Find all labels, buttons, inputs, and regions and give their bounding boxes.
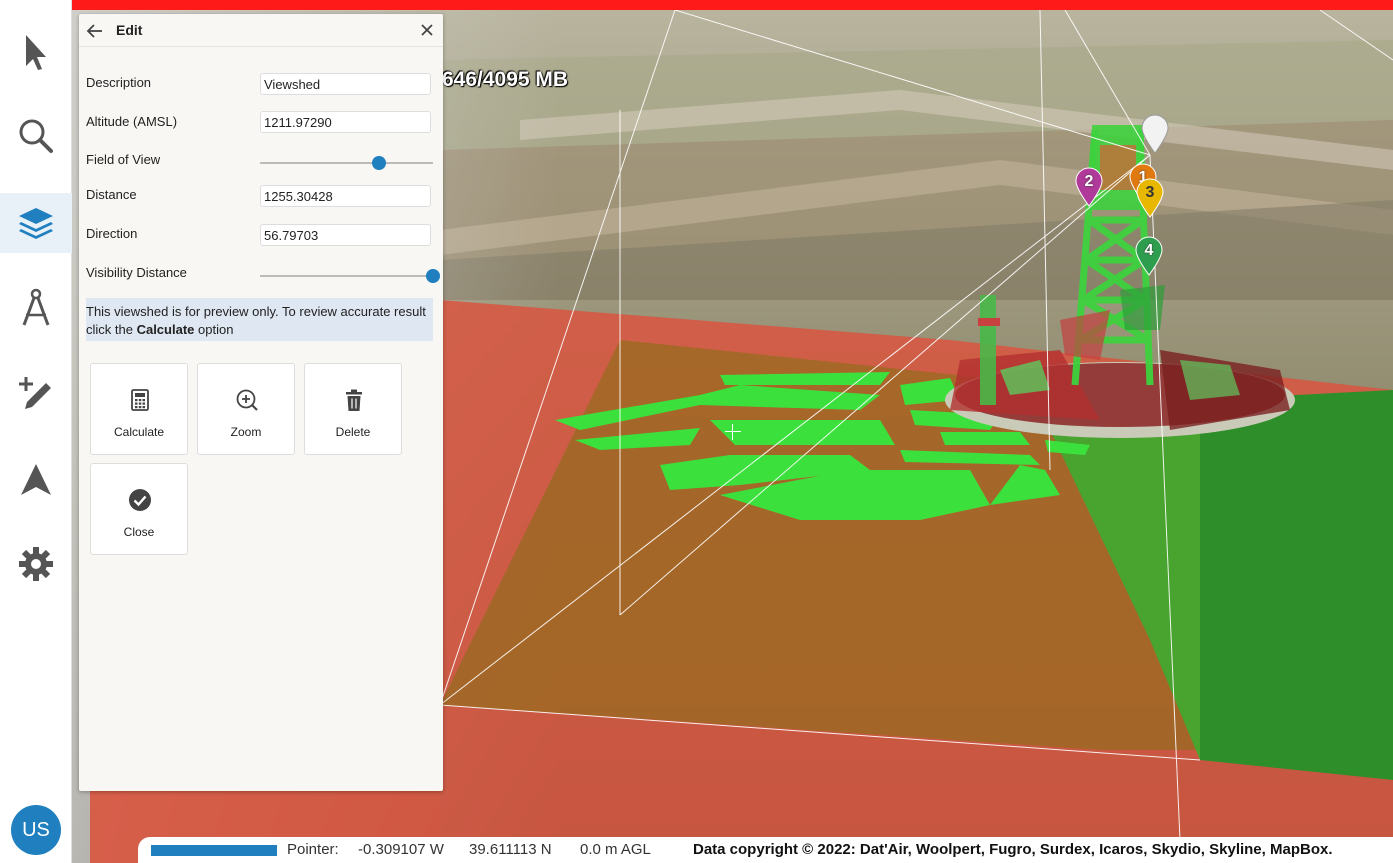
- check-circle-icon: [129, 489, 151, 511]
- direction-label: Direction: [86, 226, 138, 241]
- left-toolbar: US: [0, 0, 72, 863]
- loading-progress-bar: [151, 845, 277, 856]
- select-tool-button[interactable]: [0, 22, 72, 82]
- fov-label: Field of View: [86, 152, 161, 167]
- edit-panel: Edit Description Altitude (AMSL) Field o…: [79, 14, 443, 791]
- delete-label: Delete: [335, 425, 371, 439]
- create-draw-button[interactable]: [0, 364, 72, 424]
- marker-label: 3: [1145, 184, 1155, 201]
- navigate-button[interactable]: [0, 450, 72, 510]
- direction-input[interactable]: [260, 224, 431, 246]
- slider-thumb[interactable]: [372, 156, 387, 170]
- calculate-label: Calculate: [113, 425, 165, 439]
- compass-drafting-icon: [22, 288, 50, 326]
- navigate-icon: [21, 464, 51, 495]
- slider-track: [260, 162, 433, 164]
- distance-input[interactable]: [260, 185, 431, 207]
- layers-button[interactable]: [0, 193, 72, 253]
- zoom-in-icon: [236, 389, 258, 411]
- memory-readout: 646/4095 MB: [442, 68, 569, 91]
- settings-button[interactable]: [0, 534, 72, 594]
- close-label: Close: [123, 525, 155, 539]
- pointer-longitude: -0.309107 W: [358, 841, 444, 858]
- note-bold: Calculate: [136, 322, 195, 337]
- data-copyright: Data copyright © 2022: Dat'Air, Woolpert…: [693, 841, 1333, 858]
- fov-slider[interactable]: [260, 155, 433, 171]
- altitude-input[interactable]: [260, 111, 431, 133]
- search-button[interactable]: [0, 106, 72, 166]
- description-input[interactable]: [260, 73, 431, 95]
- pointer-label: Pointer:: [287, 841, 339, 858]
- close-button[interactable]: Close: [90, 463, 188, 555]
- layers-icon: [19, 208, 53, 239]
- zoom-button[interactable]: Zoom: [197, 363, 295, 455]
- pointer-latitude: 39.611113 N: [469, 841, 552, 858]
- crosshair-icon: [725, 424, 741, 440]
- slider-track: [260, 275, 433, 277]
- search-icon: [19, 119, 53, 153]
- panel-title: Edit: [116, 22, 143, 38]
- back-arrow-icon[interactable]: [86, 22, 104, 40]
- slider-thumb[interactable]: [426, 269, 440, 283]
- marker-3[interactable]: 3: [1135, 178, 1165, 218]
- add-draw-icon: [19, 377, 51, 409]
- marker-4[interactable]: 4: [1134, 236, 1164, 276]
- user-avatar[interactable]: US: [11, 805, 61, 855]
- map-pin-icon[interactable]: [1140, 114, 1170, 154]
- close-icon[interactable]: [419, 22, 435, 38]
- trash-icon: [346, 389, 362, 411]
- measure-tool-button[interactable]: [0, 278, 72, 338]
- marker-2[interactable]: 2: [1074, 167, 1104, 207]
- calculator-icon: [131, 389, 149, 411]
- note-suffix: option: [194, 322, 234, 337]
- delete-button[interactable]: Delete: [304, 363, 402, 455]
- panel-header: Edit: [79, 14, 443, 47]
- pointer-icon: [26, 35, 46, 70]
- zoom-label: Zoom: [230, 425, 262, 439]
- status-bar: Pointer: -0.309107 W 39.611113 N 0.0 m A…: [138, 837, 1393, 863]
- viewshed-top-edge: [0, 0, 1393, 10]
- distance-label: Distance: [86, 187, 137, 202]
- altitude-label: Altitude (AMSL): [86, 114, 178, 129]
- visibility-distance-slider[interactable]: [260, 268, 440, 284]
- pointer-altitude: 0.0 m AGL: [580, 841, 651, 858]
- marker-label: 2: [1084, 173, 1094, 190]
- gear-icon: [19, 547, 53, 581]
- calculate-button[interactable]: Calculate: [90, 363, 188, 455]
- description-label: Description: [86, 75, 152, 90]
- preview-note: This viewshed is for preview only. To re…: [86, 298, 433, 341]
- visibility-distance-label: Visibility Distance: [86, 265, 187, 280]
- marker-label: 4: [1144, 242, 1154, 259]
